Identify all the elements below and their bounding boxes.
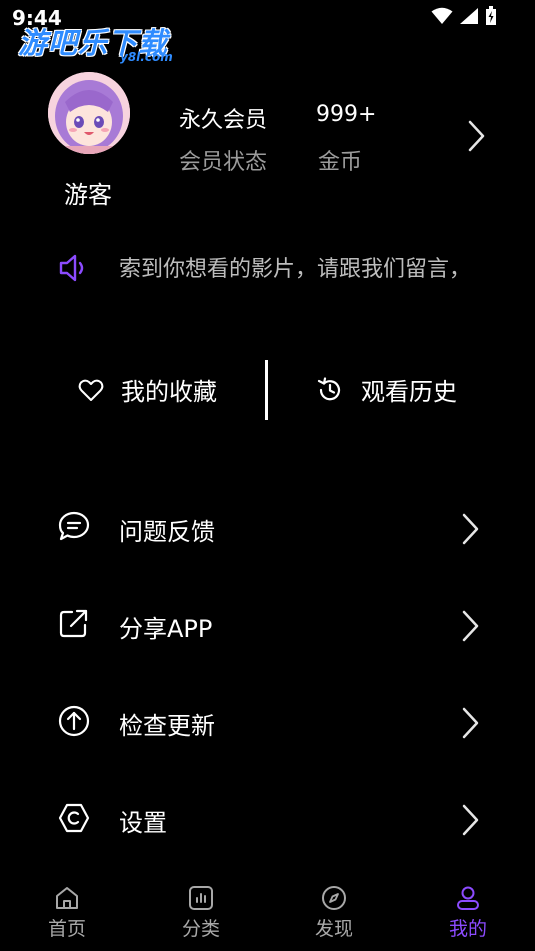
battery-icon [486, 6, 496, 25]
watermark-domain: y8l.com [120, 50, 173, 64]
coins-label: 金币 [318, 150, 363, 175]
chevron-right-icon [462, 804, 479, 836]
coins-value: 999+ [316, 102, 377, 127]
notice-text: 索到你想看的影片，请跟我们留言， [119, 257, 472, 282]
home-icon [56, 887, 78, 909]
profile-icon [457, 886, 479, 910]
category-icon [189, 886, 213, 910]
nav-category[interactable]: 分类 [134, 878, 268, 941]
nav-home[interactable]: 首页 [0, 878, 134, 941]
nav-label-mine: 我的 [448, 918, 487, 940]
menu-item-feedback[interactable]: 问题反馈 [0, 498, 535, 558]
feedback-chat-icon [58, 511, 90, 541]
settings-gear-icon [58, 803, 90, 833]
menu-item-check-update[interactable]: 检查更新 [0, 692, 535, 752]
membership-value: 永久会员 [179, 108, 268, 133]
menu-label-settings: 设置 [119, 809, 167, 837]
history-label: 观看历史 [361, 378, 457, 406]
membership-label: 会员状态 [179, 150, 268, 175]
username: 游客 [64, 181, 112, 209]
profile-chevron-right-icon[interactable] [466, 118, 488, 158]
signal-icon [460, 8, 478, 24]
avatar[interactable] [48, 72, 130, 154]
chevron-right-icon [462, 610, 479, 642]
favorites-button[interactable]: 我的收藏 [78, 372, 217, 407]
nav-label-home: 首页 [47, 918, 86, 940]
update-arrow-icon [58, 705, 90, 737]
quick-actions-divider [265, 360, 268, 420]
speaker-icon [58, 253, 90, 287]
nav-label-category: 分类 [181, 918, 220, 940]
menu-item-settings[interactable]: 设置 [0, 789, 535, 849]
status-icons [431, 6, 497, 26]
share-icon [59, 609, 88, 638]
nav-mine[interactable]: 我的 [401, 878, 535, 941]
nav-label-discover: 发现 [314, 918, 353, 940]
chevron-right-icon [462, 707, 479, 739]
history-button[interactable]: 观看历史 [316, 372, 457, 407]
chevron-right-icon [462, 513, 479, 545]
compass-icon [322, 886, 346, 910]
bottom-nav: 首页 分类 发现 我的 [0, 878, 535, 951]
menu-label-check-update: 检查更新 [119, 712, 215, 740]
menu-label-share: 分享APP [119, 615, 213, 643]
nav-discover[interactable]: 发现 [267, 878, 401, 941]
favorites-label: 我的收藏 [121, 378, 217, 406]
notice-marquee: 索到你想看的影片，请跟我们留言， [119, 251, 505, 285]
heart-icon [78, 379, 104, 401]
menu-label-feedback: 问题反馈 [119, 518, 215, 546]
watermark-logo: 游吧乐下载 y8l.com [18, 20, 173, 64]
history-clock-icon [317, 376, 341, 400]
anime-girl-avatar-icon [48, 72, 130, 154]
menu-item-share[interactable]: 分享APP [0, 595, 535, 655]
wifi-icon [431, 7, 453, 24]
